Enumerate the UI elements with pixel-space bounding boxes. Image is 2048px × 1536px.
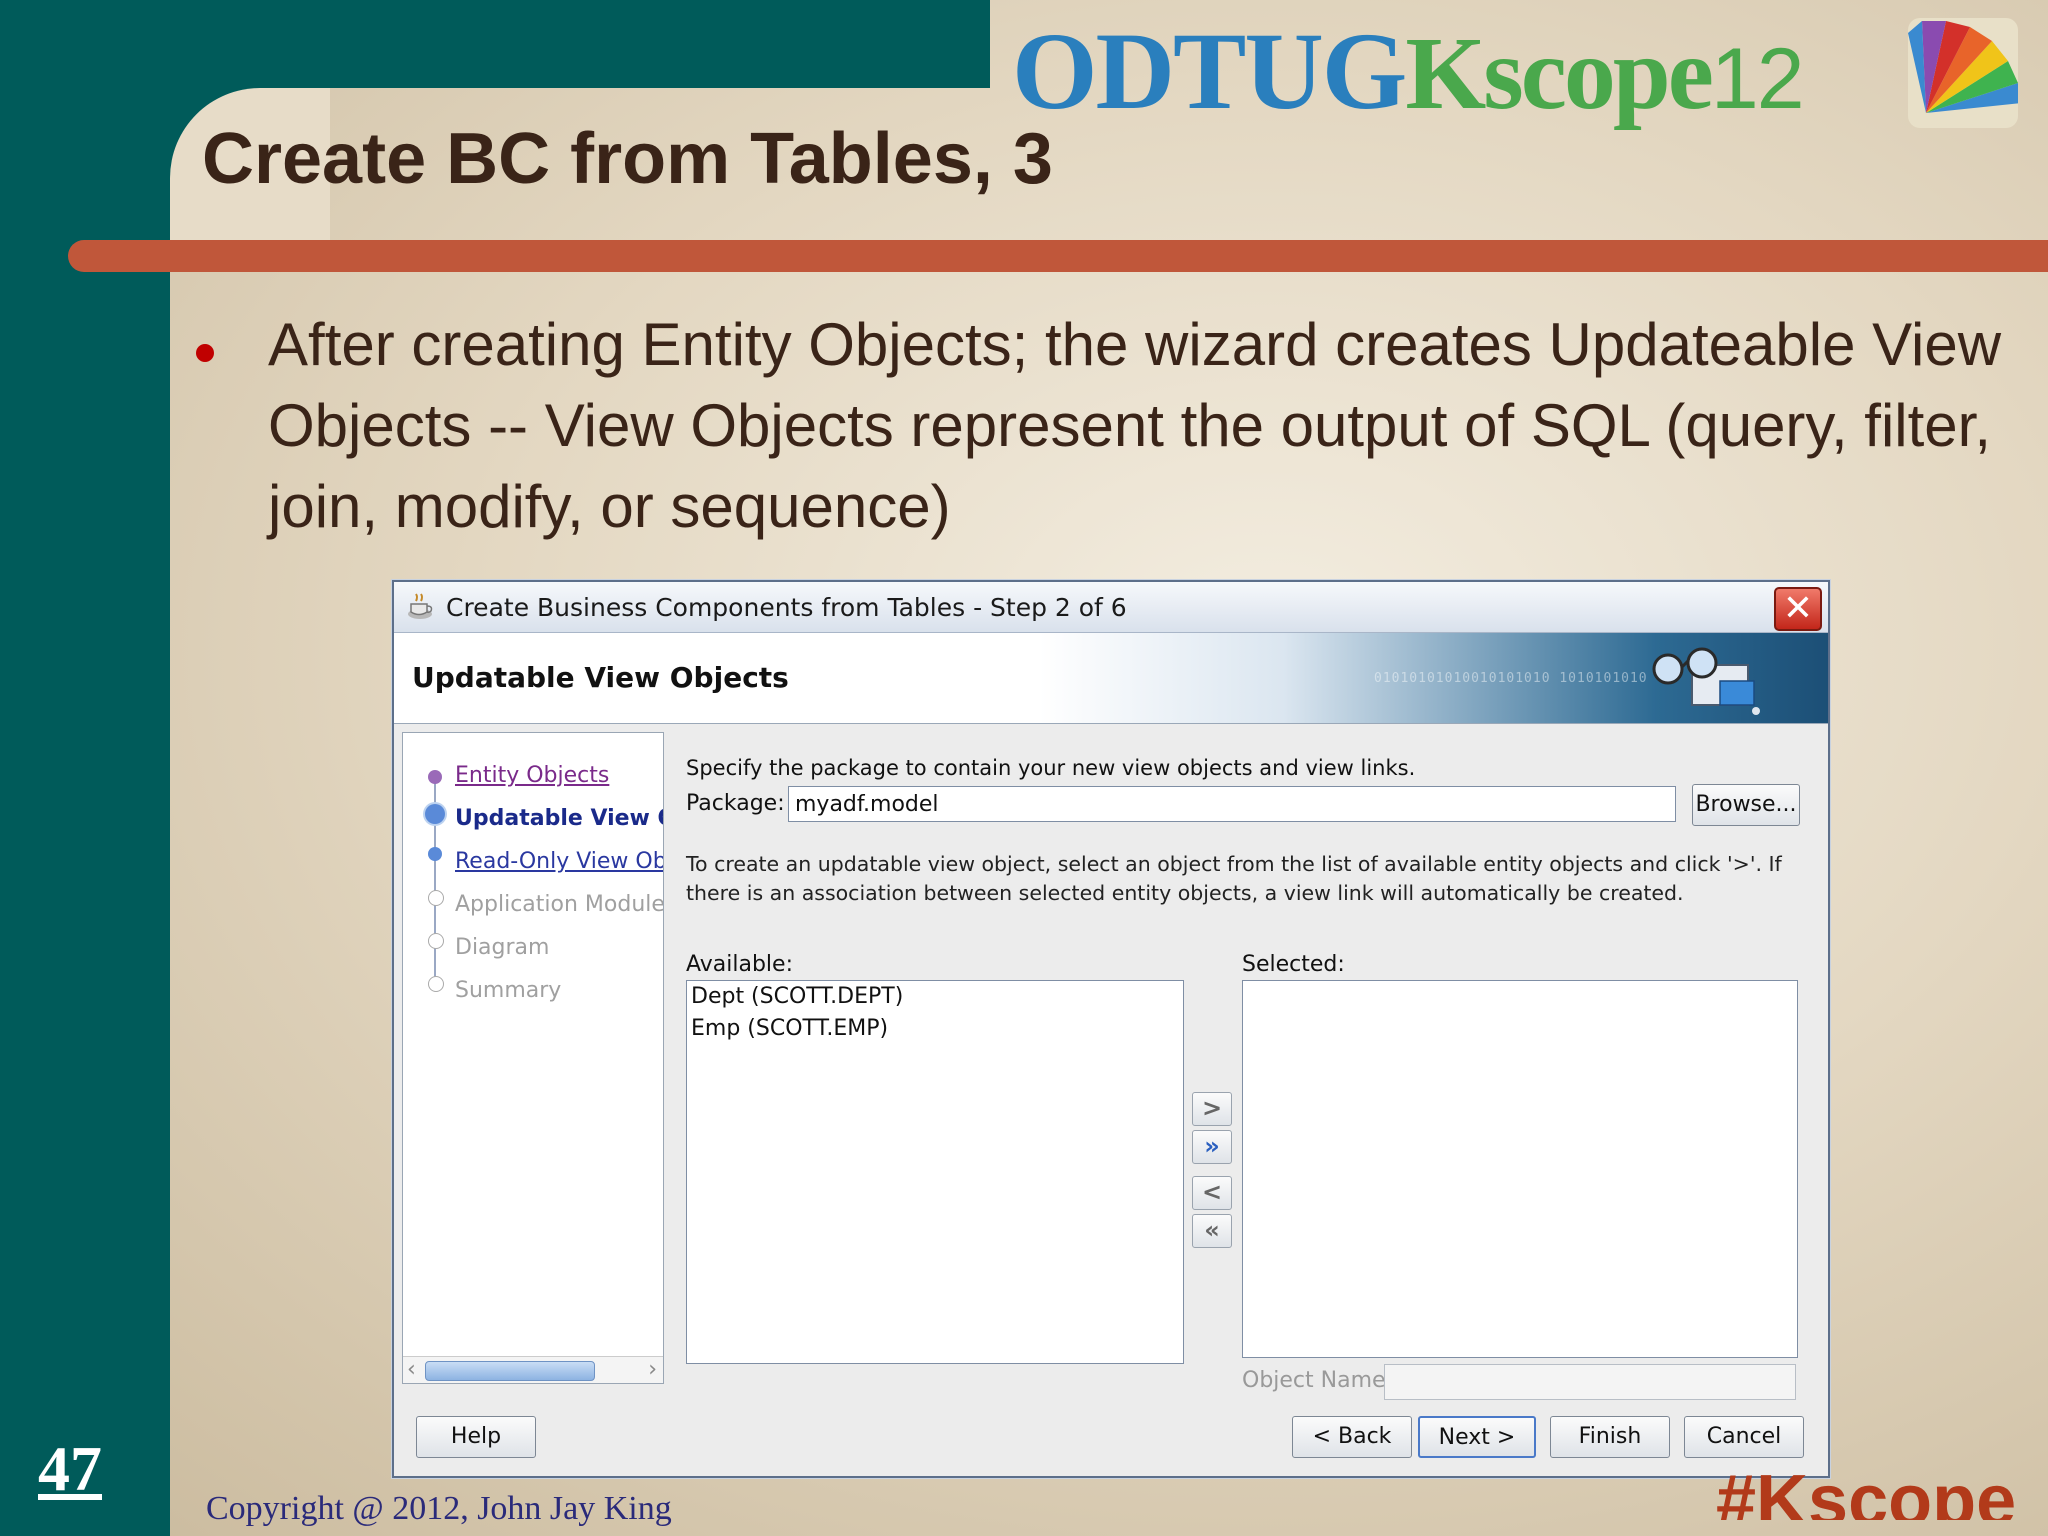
slide-title: Create BC from Tables, 3: [202, 119, 1053, 199]
slide: ODTUGKscope12 Create BC from Tables, 3 A…: [0, 0, 2048, 1536]
help-button[interactable]: Help: [416, 1416, 536, 1458]
title-rule: [68, 240, 2048, 272]
left-band: [0, 0, 170, 1536]
finish-button[interactable]: Finish: [1550, 1416, 1670, 1458]
remove-all-button[interactable]: «: [1192, 1214, 1232, 1248]
package-label: Package:: [686, 791, 785, 816]
logo-year: 12: [1710, 31, 1805, 127]
double-chevron-left-icon: «: [1204, 1216, 1220, 1244]
dialog-banner: Updatable View Objects 01010101010010101…: [394, 633, 1828, 724]
available-label: Available:: [686, 952, 793, 977]
step-entity-objects[interactable]: Entity Objects: [455, 763, 609, 788]
object-name-input[interactable]: [1384, 1364, 1796, 1400]
slide-number: 47: [38, 1433, 102, 1504]
back-button[interactable]: < Back: [1292, 1416, 1412, 1458]
step-read-only-view-objects[interactable]: Read-Only View Obj: [455, 849, 663, 874]
available-item[interactable]: Dept (SCOTT.DEPT): [687, 981, 1183, 1013]
available-listbox[interactable]: Dept (SCOTT.DEPT) Emp (SCOTT.EMP): [686, 980, 1184, 1364]
add-all-button[interactable]: »: [1192, 1130, 1232, 1164]
step-dot-disabled: [428, 933, 444, 949]
dialog-title: Create Business Components from Tables -…: [446, 593, 1127, 622]
add-selected-button[interactable]: >: [1192, 1092, 1232, 1126]
step-dot-current: [425, 804, 445, 824]
step-dot-disabled: [428, 976, 444, 992]
chevron-left-icon: <: [1201, 1178, 1223, 1206]
step-diagram: Diagram: [455, 935, 550, 960]
package-input[interactable]: myadf.model: [788, 786, 1676, 822]
close-icon: ✕: [1782, 588, 1814, 629]
next-button[interactable]: Next >: [1418, 1416, 1536, 1458]
step-dot-disabled: [428, 890, 444, 906]
selected-label: Selected:: [1242, 952, 1345, 977]
double-chevron-right-icon: »: [1204, 1132, 1220, 1160]
scroll-right-icon[interactable]: ›: [648, 1357, 657, 1383]
top-band: [0, 0, 990, 88]
steps-horizontal-scrollbar[interactable]: ‹ ›: [403, 1356, 663, 1383]
scrollbar-thumb[interactable]: [425, 1361, 595, 1381]
copyright-text: Copyright @ 2012, John Jay King: [206, 1490, 672, 1527]
object-name-label: Object Name:: [1242, 1368, 1393, 1393]
glasses-monitor-icon: [1652, 647, 1760, 715]
wizard-steps-panel: Entity Objects Updatable View Ol Read-On…: [402, 732, 664, 1384]
browse-button[interactable]: Browse...: [1692, 784, 1800, 826]
shuttle-description: To create an updatable view object, sele…: [686, 852, 1782, 905]
odtug-kscope-logo: ODTUGKscope12: [1012, 8, 1805, 132]
step-summary: Summary: [455, 978, 562, 1003]
logo-odtug: ODTUG: [1012, 10, 1407, 132]
step-dot-visited: [428, 770, 442, 784]
remove-selected-button[interactable]: <: [1192, 1176, 1232, 1210]
dialog-titlebar: Create Business Components from Tables -…: [394, 582, 1828, 633]
step-application-module: Application Module: [455, 892, 664, 917]
available-item[interactable]: Emp (SCOTT.EMP): [687, 1013, 1183, 1045]
banner-title: Updatable View Objects: [412, 661, 789, 694]
selected-listbox[interactable]: [1242, 980, 1798, 1358]
close-button[interactable]: ✕: [1774, 587, 1822, 631]
step-dot-link: [428, 847, 442, 861]
jdeveloper-cup-icon: [408, 593, 433, 619]
cancel-button[interactable]: Cancel: [1684, 1416, 1804, 1458]
kscope-sunburst-icon: [1908, 18, 2018, 128]
step-updatable-view-objects[interactable]: Updatable View Ol: [455, 806, 663, 831]
bullet-text: After creating Entity Objects; the wizar…: [268, 311, 2002, 540]
scroll-left-icon[interactable]: ‹: [407, 1357, 416, 1383]
chevron-right-icon: >: [1201, 1094, 1223, 1122]
wizard-dialog: Create Business Components from Tables -…: [392, 580, 1830, 1478]
bullet-dot: [196, 344, 214, 362]
banner-binary-decoration: 01010101010010101010 1010101010: [1374, 671, 1648, 686]
kscope-hashtag: #Kscope: [1716, 1461, 2017, 1520]
logo-kscope: Kscope: [1405, 16, 1714, 131]
package-instruction: Specify the package to contain your new …: [686, 756, 1416, 780]
